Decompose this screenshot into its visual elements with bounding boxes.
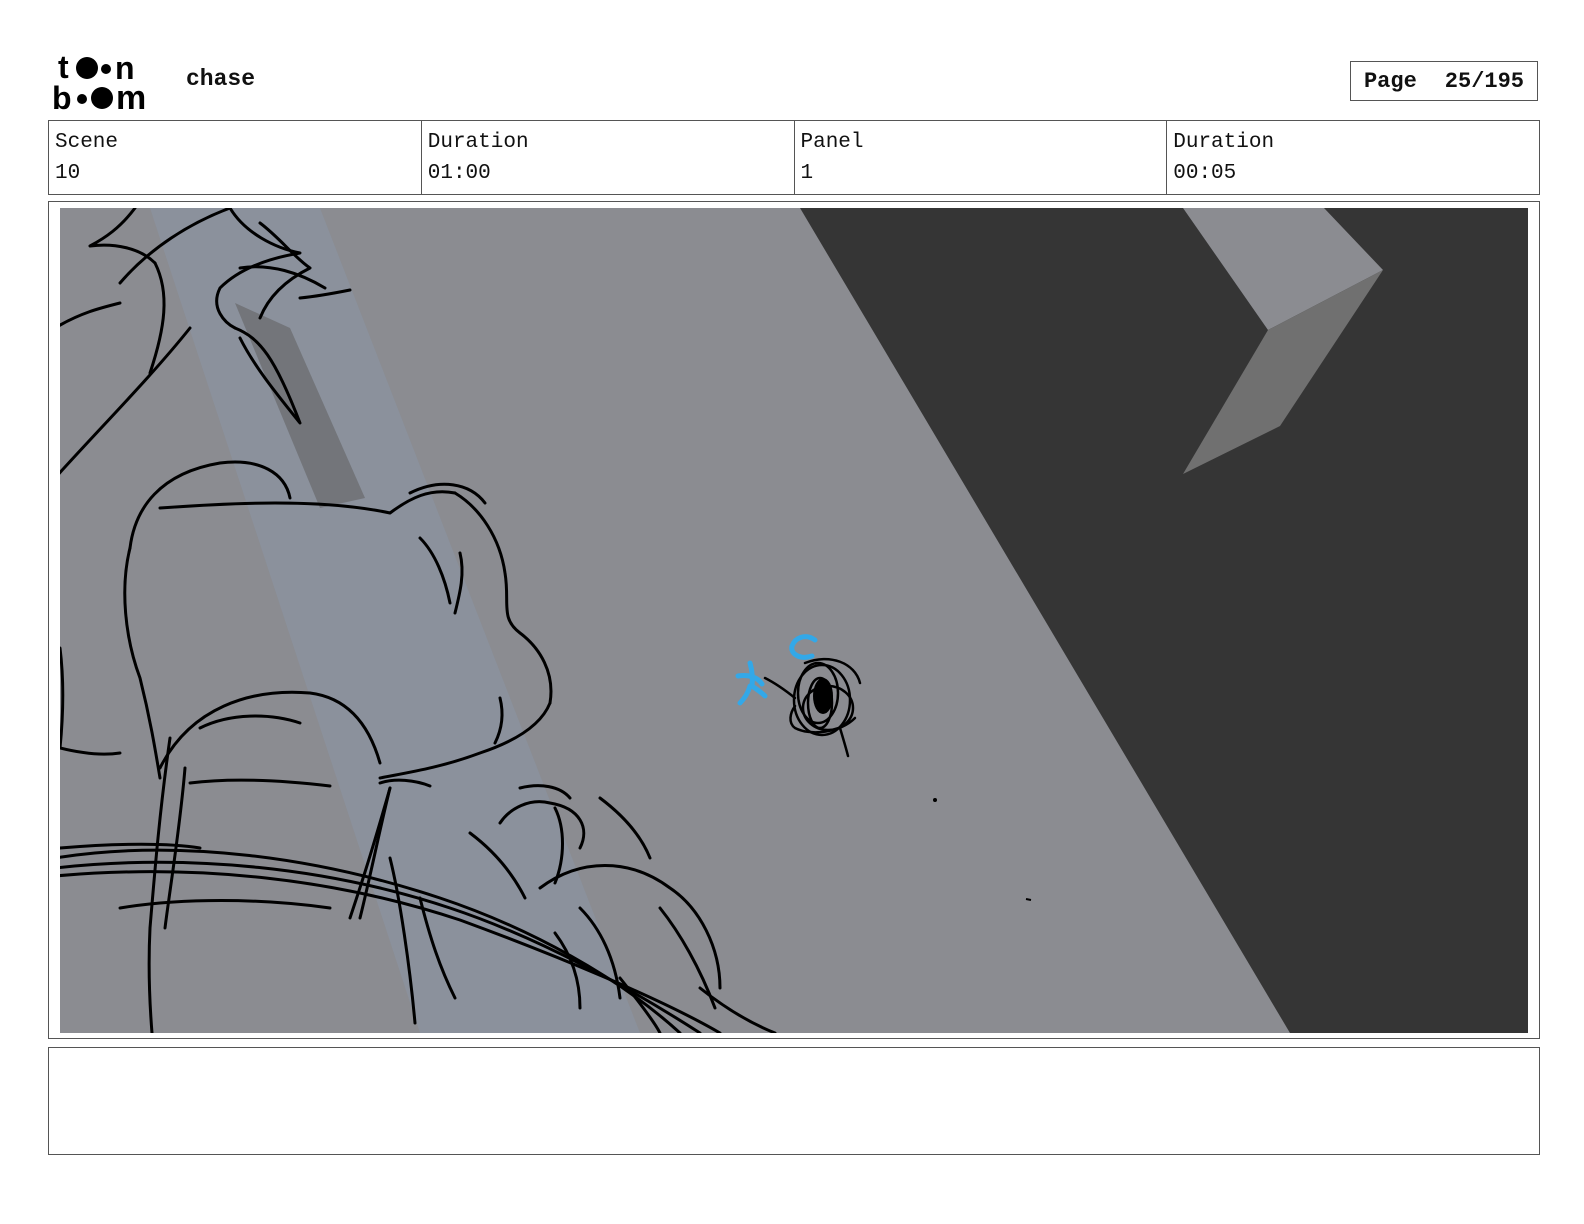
scene-duration-label: Duration [427,131,529,154]
scene-value: 10 [55,162,81,185]
panel-notes-box [48,1047,1540,1155]
panel-cell: Panel 1 [795,121,1168,194]
panel-label: Panel [800,131,864,154]
page-number: 25/195 [1444,68,1525,94]
dash-mark [1025,898,1032,901]
scene-label: Scene [55,131,119,154]
scene-cell: Scene 10 [49,121,422,194]
scene-duration-cell: Duration 01:00 [422,121,795,194]
storyboard-panel-image [60,208,1528,1033]
toon-boom-logo: t n b m [52,50,146,112]
project-title: chase [186,66,256,92]
scribble-fill [813,678,833,714]
page-label: Page [1363,68,1417,94]
scene-info-table: Scene 10 Duration 01:00 Panel 1 Duration… [48,120,1540,195]
panel-duration-cell: Duration 00:05 [1167,121,1539,194]
panel-value: 1 [800,162,814,185]
svg-text:b: b [52,80,72,112]
svg-text:m: m [116,79,146,112]
panel-duration-label: Duration [1173,131,1275,154]
scene-duration-value: 01:00 [427,162,491,185]
page-indicator: Page 25/195 [1350,61,1538,101]
panel-duration-value: 00:05 [1173,162,1237,185]
dot-mark [933,798,937,802]
